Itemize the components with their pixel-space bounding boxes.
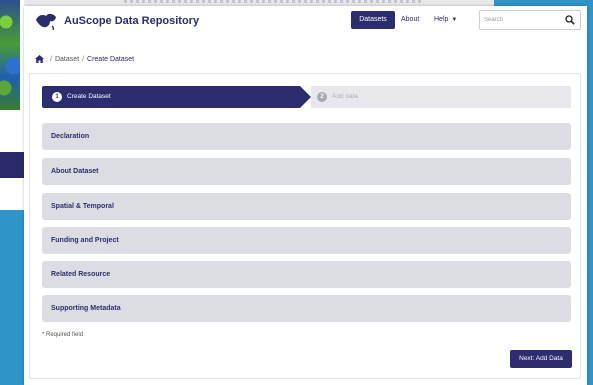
step-label: Create Dataset — [67, 93, 111, 100]
next-add-data-button[interactable]: Next: Add Data — [510, 350, 572, 368]
section-declaration[interactable]: Declaration — [42, 123, 571, 150]
step-create-dataset[interactable]: 1 Create Dataset — [42, 86, 300, 108]
section-related-resource[interactable]: Related Resource — [42, 261, 571, 288]
section-funding-project[interactable]: Funding and Project — [42, 227, 571, 254]
background-window-left — [0, 0, 24, 210]
search-icon[interactable] — [565, 15, 575, 25]
background-navy-bar — [0, 152, 24, 178]
nav-datasets-button[interactable]: Datasets — [351, 11, 395, 29]
step-arrow — [300, 86, 311, 108]
section-supporting-metadata[interactable]: Supporting Metadata — [42, 295, 571, 322]
breadcrumb-dataset-link[interactable]: Dataset — [55, 56, 79, 63]
nav-about-link[interactable]: About — [401, 11, 419, 29]
site-header: AuScope Data Repository Datasets About H… — [24, 6, 587, 38]
breadcrumb: / Dataset / Create Dataset — [35, 55, 134, 63]
caret-down-icon: ▼ — [451, 17, 458, 23]
nav-help-menu[interactable]: Help ▼ — [434, 11, 457, 29]
step-label: Add data — [332, 93, 359, 100]
satellite-map-thumbnail — [0, 0, 20, 110]
home-icon[interactable] — [35, 55, 44, 63]
section-spatial-temporal[interactable]: Spatial & Temporal — [42, 193, 571, 220]
section-about-dataset[interactable]: About Dataset — [42, 158, 571, 185]
step-add-data[interactable]: 2 Add data — [311, 86, 571, 108]
step-number: 1 — [52, 92, 62, 102]
app-title[interactable]: AuScope Data Repository — [64, 15, 199, 27]
create-dataset-form: 1 Create Dataset 2 Add data Declaration … — [29, 73, 581, 379]
stepper: 1 Create Dataset 2 Add data — [42, 86, 571, 108]
breadcrumb-current: Create Dataset — [87, 55, 135, 63]
auscope-logo-icon[interactable] — [34, 11, 58, 31]
browser-window: AuScope Data Repository Datasets About H… — [24, 6, 587, 385]
step-number: 2 — [317, 92, 327, 102]
breadcrumb-separator: / — [82, 55, 85, 63]
nav-help-label: Help — [434, 16, 449, 23]
search-input[interactable] — [484, 14, 559, 26]
search-box[interactable] — [479, 10, 581, 30]
required-field-note: * Required field — [42, 332, 84, 338]
breadcrumb-separator: / — [50, 55, 52, 63]
